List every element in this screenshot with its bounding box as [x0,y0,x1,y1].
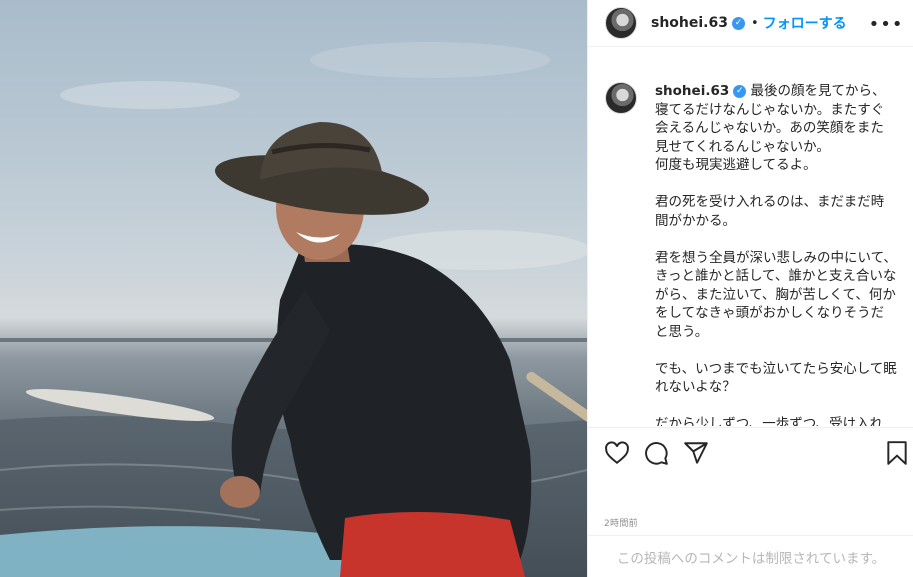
caption-body: 最後の顔を見てから、寝てるだけなんじゃないか。またすぐ会えるんじゃないか。あの笑… [655,83,897,426]
action-bar [588,427,913,477]
photo-illustration [0,42,587,577]
post-photo[interactable] [0,0,587,577]
more-options-icon[interactable]: ••• [869,12,903,36]
heart-icon[interactable] [604,440,630,466]
caption-username[interactable]: shohei.63 [655,83,729,99]
post-header: shohei.63 ✓ • フォローする ••• [588,0,913,47]
follow-button[interactable]: フォローする [763,13,847,33]
avatar[interactable] [605,7,637,39]
caption-text: shohei.63 ✓ 最後の顔を見てから、寝てるだけなんじゃないか。またすぐ会え… [655,82,897,426]
verified-badge-icon: ✓ [731,16,745,30]
caption-verified-icon: ✓ [733,84,747,98]
post-timestamp[interactable]: 2時間前 [604,516,638,529]
caption-avatar[interactable] [605,82,637,114]
caption-area: shohei.63 ✓ 最後の顔を見てから、寝てるだけなんじゃないか。またすぐ会え… [588,48,913,426]
caption-verified-mark: ✓ [735,85,744,96]
share-icon[interactable] [683,440,709,466]
header-username[interactable]: shohei.63 [651,15,728,31]
comment-icon[interactable] [643,440,669,466]
verified-mark: ✓ [734,18,743,28]
separator-dot: • [750,15,759,31]
comments-disabled-notice: この投稿へのコメントは制限されています。 [588,535,913,577]
post-detail-panel: shohei.63 ✓ • フォローする ••• shohei.63 ✓ 最後の顔… [587,0,913,577]
caption-row: shohei.63 ✓ 最後の顔を見てから、寝てるだけなんじゃないか。またすぐ会え… [605,82,898,426]
bookmark-icon[interactable] [884,440,910,466]
